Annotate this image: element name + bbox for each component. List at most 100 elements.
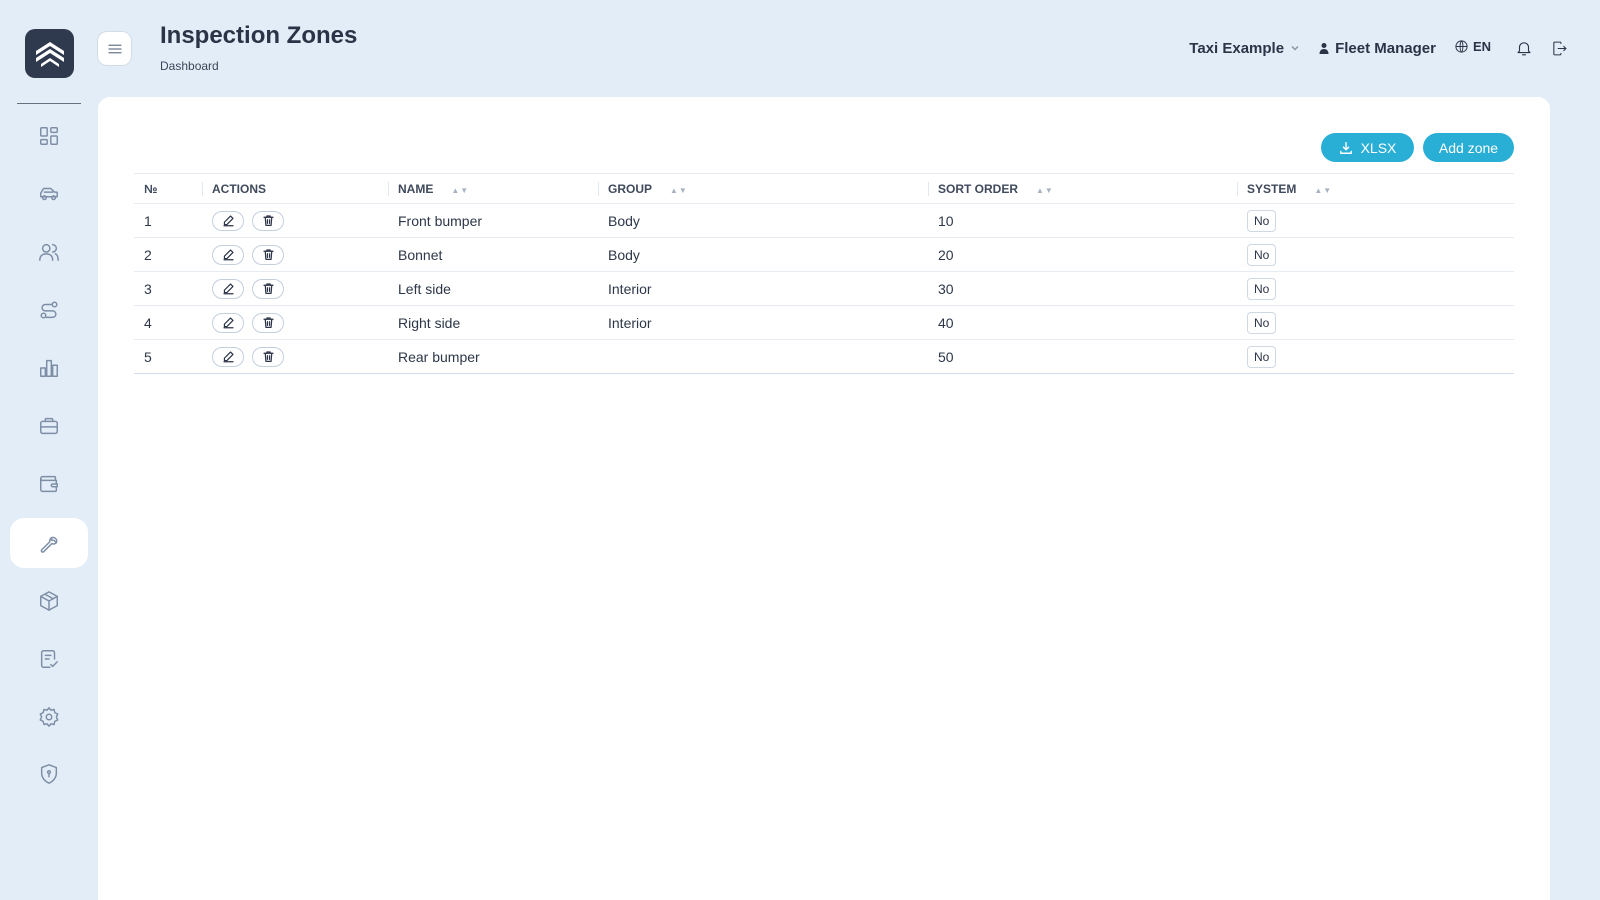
edit-button[interactable] (212, 244, 244, 265)
zone-system: No (1237, 238, 1514, 272)
sidebar-item-reports[interactable] (10, 343, 88, 393)
sidebar-item-dashboard[interactable] (10, 111, 88, 161)
delete-button[interactable] (252, 278, 284, 299)
sidebar-item-inspections[interactable] (10, 634, 88, 684)
app-logo[interactable] (25, 29, 74, 78)
column-header-sort-order[interactable]: SORT ORDER ▲▼ (928, 174, 1237, 204)
delete-button[interactable] (252, 312, 284, 333)
edit-button[interactable] (212, 278, 244, 299)
logout-button[interactable] (1551, 40, 1568, 57)
delete-button[interactable] (252, 346, 284, 367)
pencil-icon (222, 249, 234, 261)
export-xlsx-label: XLSX (1360, 139, 1397, 156)
zone-group (598, 340, 928, 374)
column-header-name[interactable]: NAME ▲▼ (388, 174, 598, 204)
language-code: EN (1472, 39, 1491, 54)
sidebar-divider (17, 103, 81, 104)
row-number: 3 (144, 280, 152, 297)
sidebar-item-users[interactable] (10, 227, 88, 277)
wallet-icon (40, 475, 58, 493)
trash-icon (262, 215, 274, 226)
system-badge: No (1247, 243, 1277, 266)
zone-system: No (1237, 272, 1514, 306)
sort-icon[interactable]: ▲▼ (1036, 186, 1054, 195)
dashboard-icon (40, 127, 58, 145)
zone-sort-order: 30 (938, 280, 954, 297)
trash-icon (262, 249, 274, 260)
edit-button[interactable] (212, 312, 244, 333)
company-name: Taxi Example (1189, 39, 1285, 57)
add-zone-button[interactable]: Add zone (1423, 133, 1514, 162)
row-number: 2 (144, 246, 152, 263)
briefcase-icon (40, 417, 58, 435)
pencil-icon (222, 317, 234, 329)
zone-group: Interior (608, 280, 652, 297)
package-icon (40, 591, 58, 611)
menu-toggle-button[interactable] (97, 31, 132, 66)
pencil-icon (222, 215, 234, 227)
notifications-button[interactable] (1515, 39, 1533, 57)
sidebar-item-vehicles[interactable] (10, 169, 88, 219)
row-actions (202, 238, 388, 272)
card-toolbar: XLSX Add zone (1321, 133, 1514, 162)
sort-icon[interactable]: ▲▼ (1314, 186, 1332, 195)
system-badge: No (1247, 345, 1277, 368)
delete-button[interactable] (252, 244, 284, 265)
sidebar-item-security[interactable] (10, 749, 88, 799)
sidebar-item-maintenance[interactable] (10, 518, 88, 568)
hamburger-icon (107, 44, 122, 53)
edit-button[interactable] (212, 210, 244, 231)
users-icon (39, 243, 59, 261)
zones-table: № ACTIONS NAME ▲▼ GROUP ▲▼ SORT ORDER ▲▼ SY… (134, 173, 1514, 374)
page-title: Inspection Zones (160, 22, 358, 49)
sidebar-item-routes[interactable] (10, 285, 88, 335)
table-row: 1 Front bumper Body 10 No (134, 204, 1514, 238)
table-row: 3 Left side Interior 30 No (134, 272, 1514, 306)
system-badge: No (1247, 209, 1277, 232)
column-header-actions: ACTIONS (202, 174, 388, 204)
zone-group: Body (608, 246, 640, 263)
user-name: Fleet Manager (1335, 39, 1436, 57)
chevron-down-icon (1291, 45, 1299, 51)
language-selector[interactable]: EN (1454, 39, 1491, 54)
zone-name: Bonnet (398, 246, 443, 263)
trash-icon (262, 317, 274, 328)
delete-button[interactable] (252, 210, 284, 231)
sidebar-item-settings[interactable] (10, 692, 88, 742)
zone-sort-order: 10 (938, 212, 954, 229)
breadcrumb[interactable]: Dashboard (160, 59, 219, 73)
sidebar (0, 0, 96, 900)
zone-sort-order: 50 (938, 348, 954, 365)
sidebar-item-inventory[interactable] (10, 576, 88, 626)
zone-group: Body (608, 212, 640, 229)
column-header-system[interactable]: SYSTEM ▲▼ (1237, 174, 1514, 204)
table-row: 4 Right side Interior 40 No (134, 306, 1514, 340)
system-badge: No (1247, 311, 1277, 334)
user-menu[interactable]: Fleet Manager (1318, 40, 1436, 57)
company-selector[interactable]: Taxi Example (1189, 40, 1300, 57)
bar-chart-icon (40, 359, 58, 377)
zone-system: No (1237, 340, 1514, 374)
zone-sort-order: 40 (938, 314, 954, 331)
sidebar-item-wallet[interactable] (10, 459, 88, 509)
row-actions (202, 204, 388, 238)
zone-system: No (1237, 204, 1514, 238)
table-row: 2 Bonnet Body 20 No (134, 238, 1514, 272)
table-header-row: № ACTIONS NAME ▲▼ GROUP ▲▼ SORT ORDER ▲▼ SY… (134, 173, 1514, 204)
row-number: 5 (144, 348, 152, 365)
edit-button[interactable] (212, 346, 244, 367)
sort-icon[interactable]: ▲▼ (670, 186, 688, 195)
bell-icon (1517, 42, 1531, 56)
zone-name: Left side (398, 280, 451, 297)
sort-icon[interactable]: ▲▼ (451, 186, 469, 195)
main-card: XLSX Add zone № ACTIONS NAME ▲▼ GROUP ▲▼ S… (98, 97, 1550, 900)
row-actions (202, 272, 388, 306)
wrench-icon (40, 536, 58, 553)
zone-group: Interior (608, 314, 652, 331)
trash-icon (262, 283, 274, 294)
sidebar-item-business[interactable] (10, 401, 88, 451)
zone-name: Right side (398, 314, 461, 331)
checklist-icon (40, 650, 58, 668)
column-header-group[interactable]: GROUP ▲▼ (598, 174, 928, 204)
export-xlsx-button[interactable]: XLSX (1321, 133, 1414, 162)
